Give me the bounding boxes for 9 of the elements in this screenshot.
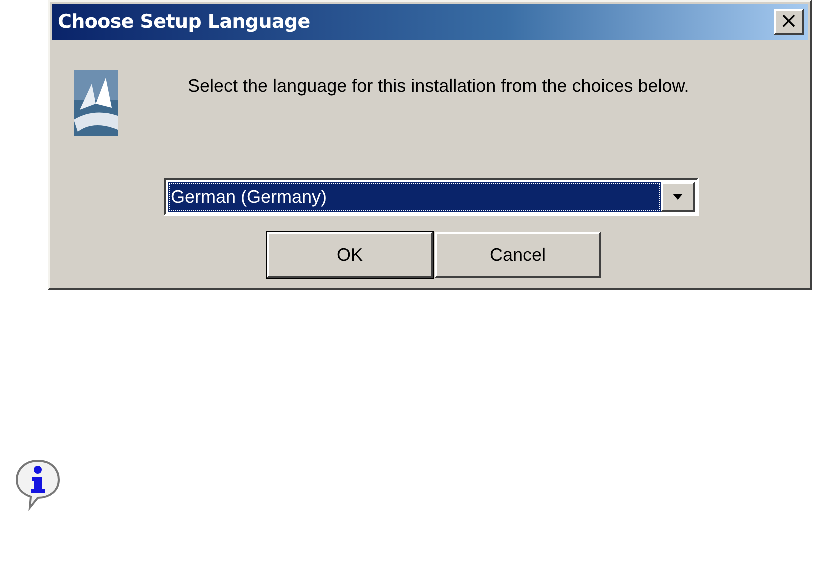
ok-button[interactable]: OK bbox=[267, 232, 433, 278]
cancel-button[interactable]: Cancel bbox=[435, 232, 601, 278]
window-title: Choose Setup Language bbox=[58, 11, 310, 33]
language-dropdown[interactable]: German (Germany) bbox=[164, 178, 699, 216]
close-button[interactable]: × bbox=[774, 9, 804, 35]
setup-logo-icon bbox=[74, 70, 118, 136]
info-icon bbox=[14, 458, 62, 512]
selected-language: German (Germany) bbox=[168, 182, 661, 212]
instruction-text: Select the language for this installation from the choices below. bbox=[188, 76, 690, 98]
